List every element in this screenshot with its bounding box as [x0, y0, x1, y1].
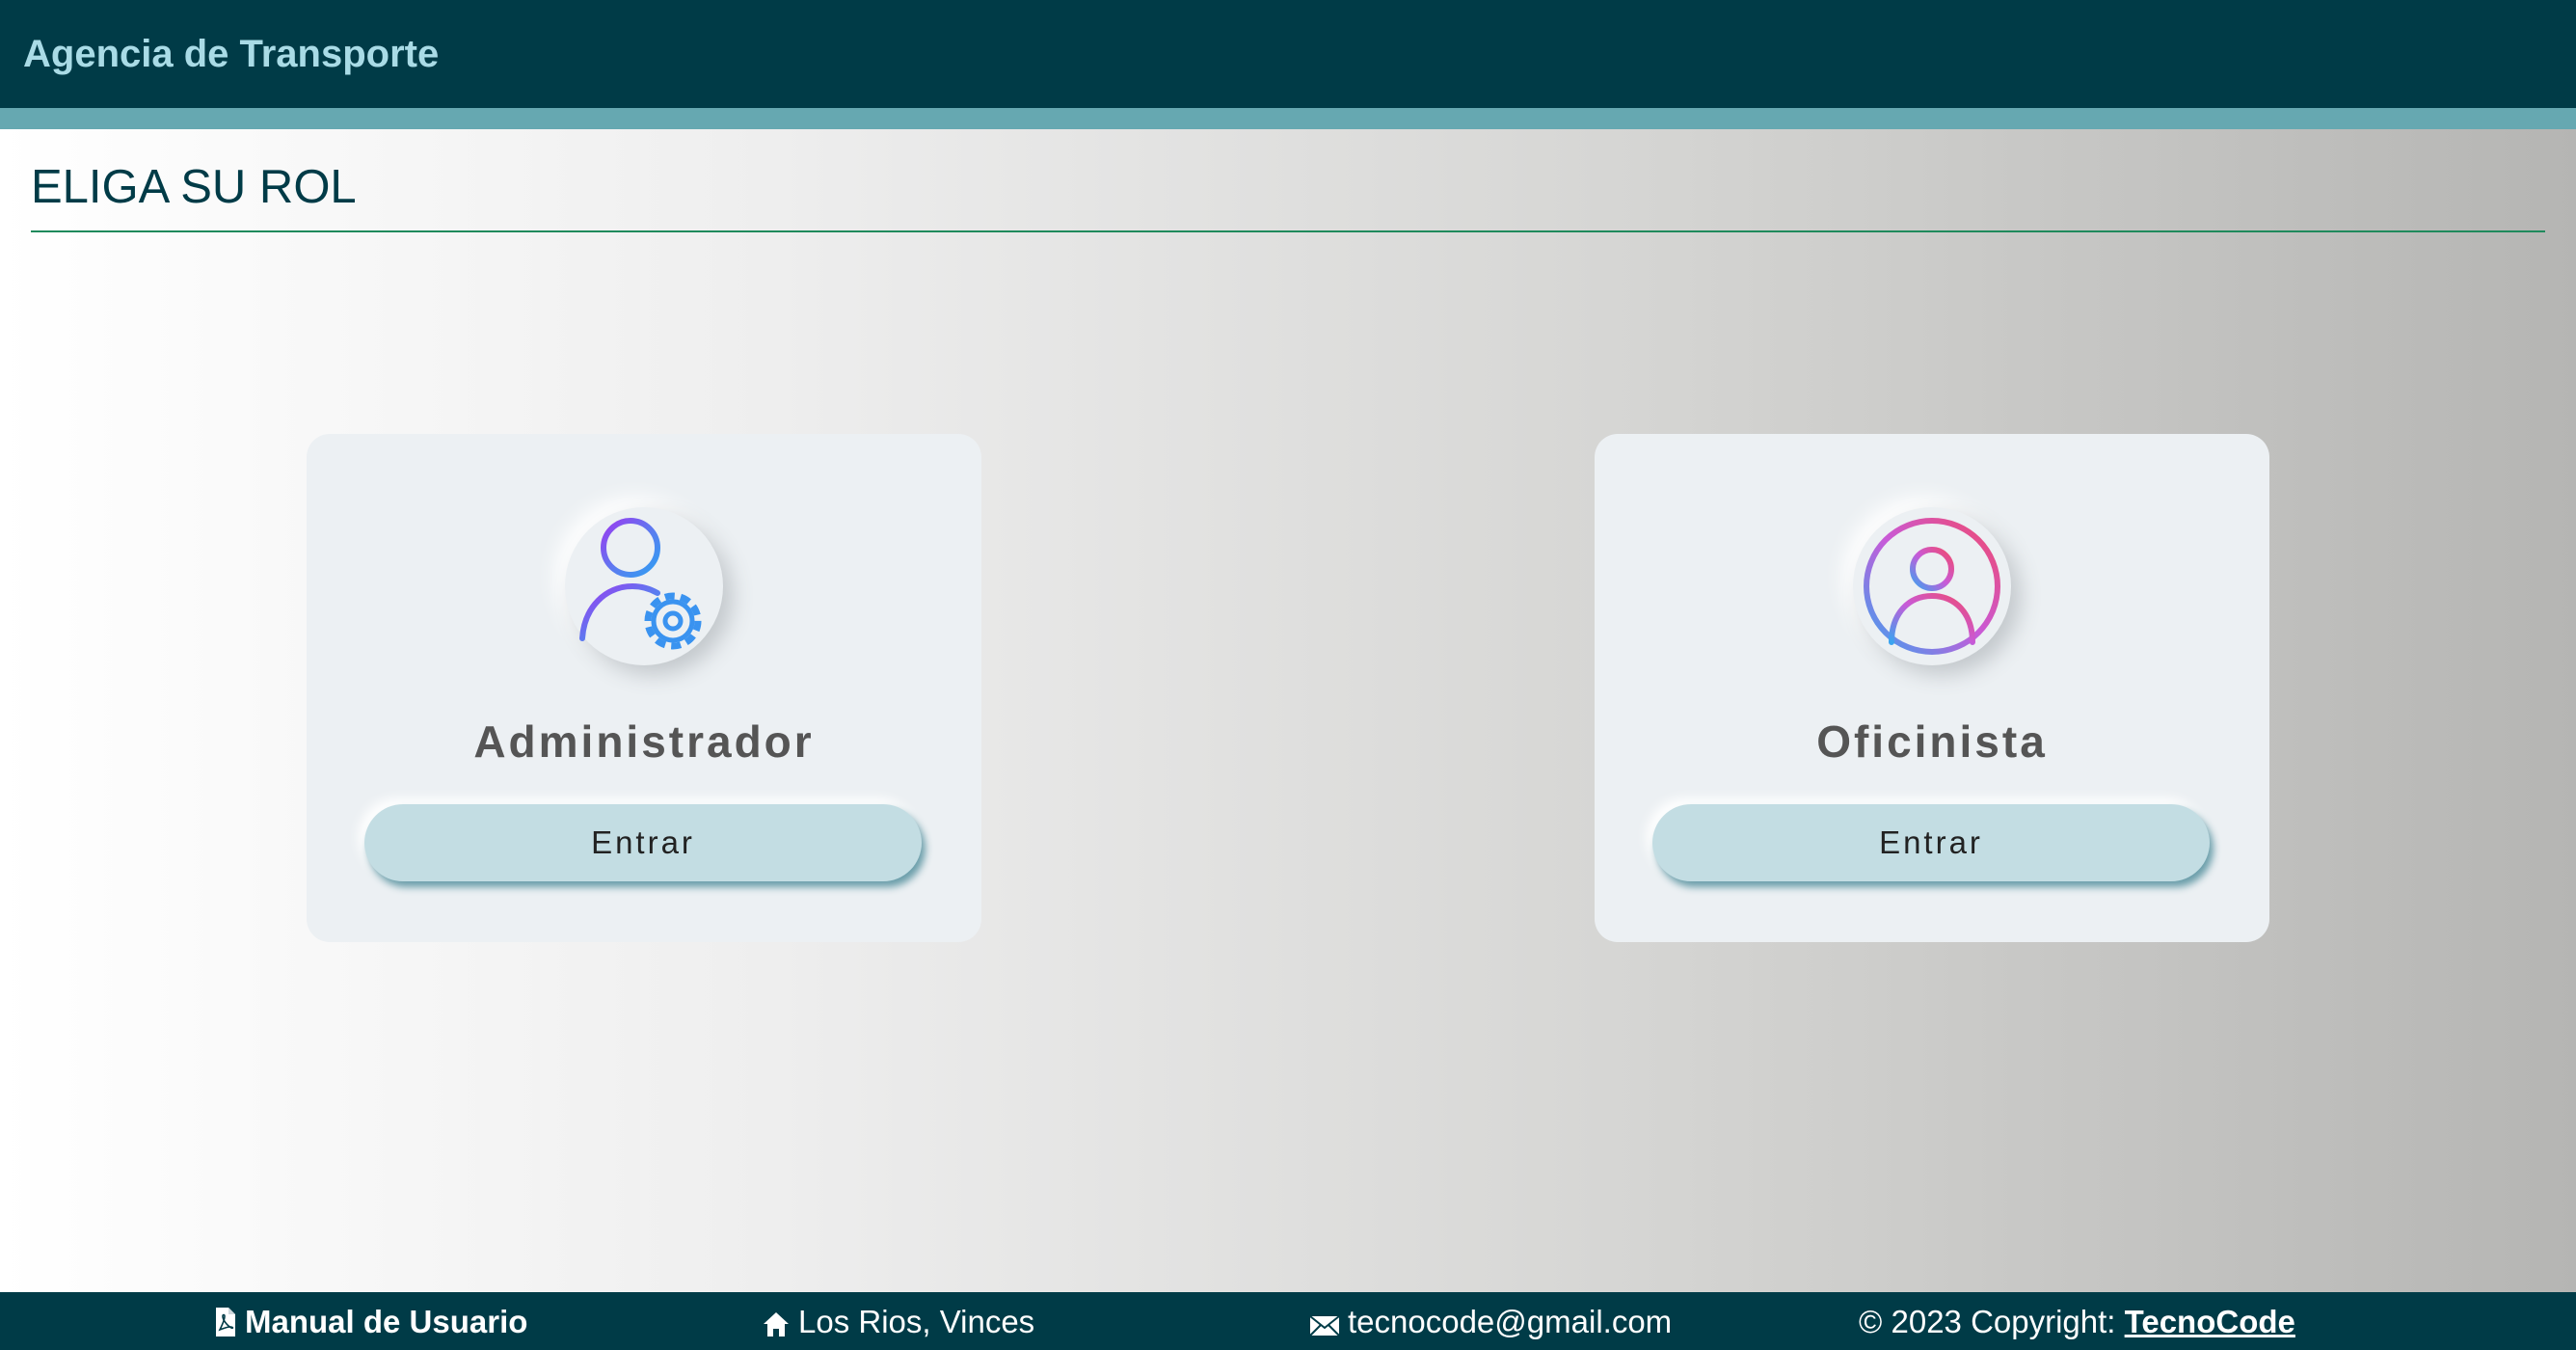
home-icon	[764, 1312, 789, 1336]
role-card-oficinista: Oficinista Entrar	[1595, 434, 2269, 942]
copyright-text: © 2023 Copyright:	[1859, 1304, 2125, 1339]
envelope-icon	[1309, 1315, 1340, 1336]
manual-label: Manual de Usuario	[245, 1304, 528, 1339]
title-divider	[31, 230, 2545, 232]
user-gear-icon	[565, 507, 723, 665]
tecnocode-link[interactable]: TecnoCode	[2125, 1304, 2295, 1339]
main-content: ELIGA SU ROL Administrador Entrar Oficin…	[0, 129, 2576, 1292]
role-name-administrador: Administrador	[473, 716, 815, 767]
footer: Manual de Usuario Los Rios, Vinces tecno…	[0, 1292, 2576, 1350]
user-circle-icon	[1853, 507, 2011, 665]
enter-button-oficinista[interactable]: Entrar	[1652, 804, 2210, 881]
app-title[interactable]: Agencia de Transporte	[23, 33, 439, 76]
manual-link[interactable]: Manual de Usuario	[214, 1304, 527, 1340]
page-title: ELIGA SU ROL	[31, 161, 357, 213]
enter-button-administrador[interactable]: Entrar	[364, 804, 922, 881]
accent-strip	[0, 108, 2576, 129]
email-text: tecnocode@gmail.com	[1348, 1304, 1673, 1339]
copyright: © 2023 Copyright: TecnoCode	[1859, 1304, 2295, 1340]
role-card-administrador: Administrador Entrar	[307, 434, 981, 942]
role-name-oficinista: Oficinista	[1816, 716, 2048, 767]
email-item[interactable]: tecnocode@gmail.com	[1309, 1304, 1672, 1340]
location-text: Los Rios, Vinces	[798, 1304, 1035, 1339]
top-navbar: Agencia de Transporte	[0, 0, 2576, 108]
pdf-file-icon	[216, 1308, 235, 1336]
location-item: Los Rios, Vinces	[762, 1304, 1034, 1340]
